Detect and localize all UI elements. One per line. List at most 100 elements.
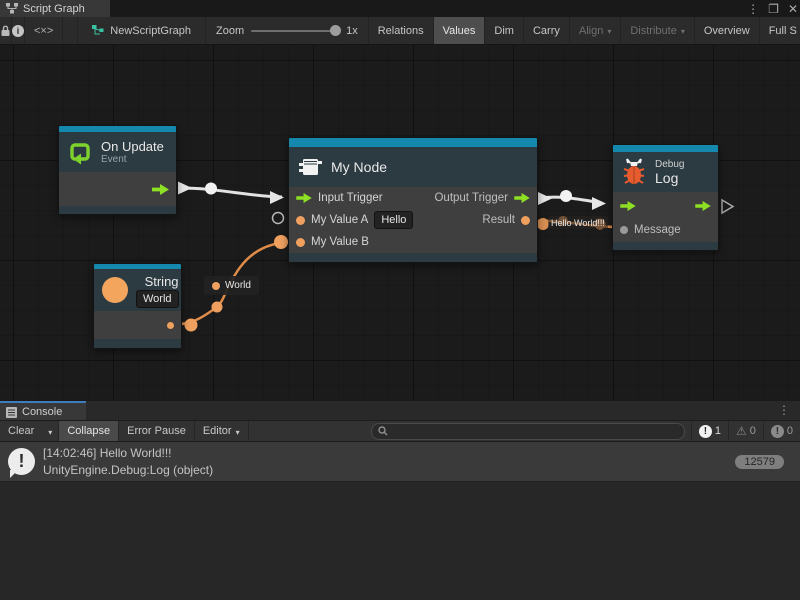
value-a-port[interactable] xyxy=(296,216,305,225)
log-bubble-icon: ! xyxy=(699,425,712,438)
values-button[interactable]: Values xyxy=(434,17,486,44)
warning-count-toggle[interactable]: ⚠ 0 xyxy=(729,421,764,441)
continuation-triangle-icon xyxy=(722,200,733,213)
code-icon: <×> xyxy=(34,25,53,37)
value-dot-icon xyxy=(212,282,220,290)
chevron-down-icon: ▾ xyxy=(236,428,240,437)
error-bubble-icon: ! xyxy=(771,425,784,438)
chevron-down-icon: ▾ xyxy=(48,428,52,437)
wire-value-dot xyxy=(185,319,198,332)
console-list-icon xyxy=(6,407,17,418)
string-output-port[interactable] xyxy=(167,322,174,329)
port-label: Output Trigger xyxy=(434,192,508,204)
log-entry-message: [14:02:46] Hello World!!! xyxy=(43,445,213,462)
result-port[interactable] xyxy=(521,216,530,225)
align-button[interactable]: Align▾ xyxy=(570,17,621,44)
maximize-icon[interactable]: ❐ xyxy=(768,2,779,16)
string-value-input[interactable]: World xyxy=(136,290,179,308)
error-count-toggle[interactable]: ! 0 xyxy=(764,421,800,441)
node-string-literal[interactable]: String World xyxy=(93,263,182,349)
collapse-button[interactable]: Collapse xyxy=(59,421,119,441)
log-message-icon: ! xyxy=(8,448,35,475)
console-counters: ! 1 ⚠ 0 ! 0 xyxy=(691,421,800,441)
wire-start-triangle xyxy=(538,192,552,205)
wire-start-triangle xyxy=(178,182,192,195)
edit-source-button[interactable]: <×> xyxy=(25,17,63,44)
value-b-port[interactable] xyxy=(296,238,305,247)
console-tab-label: Console xyxy=(22,406,62,418)
value-a-input[interactable]: Hello xyxy=(374,211,413,229)
clear-dropdown[interactable]: ▾ xyxy=(42,421,59,441)
trigger-output-port[interactable] xyxy=(152,184,169,195)
carry-button[interactable]: Carry xyxy=(524,17,570,44)
graph-name-breadcrumb[interactable]: NewScriptGraph xyxy=(77,17,206,44)
distribute-button[interactable]: Distribute▾ xyxy=(621,17,694,44)
console-search-field[interactable] xyxy=(392,425,678,437)
node-subtitle: Event xyxy=(101,154,164,166)
wire-arrowhead xyxy=(592,197,606,210)
console-log-entry[interactable]: ! [14:02:46] Hello World!!! UnityEngine.… xyxy=(0,442,800,482)
wire-flow-dot xyxy=(560,190,572,202)
node-kind: Debug xyxy=(655,159,684,171)
string-literal-icon xyxy=(102,277,128,303)
lock-button[interactable] xyxy=(0,17,12,44)
message-port[interactable] xyxy=(620,226,628,234)
editor-dropdown[interactable]: Editor▾ xyxy=(195,421,249,441)
tab-label: Script Graph xyxy=(23,3,85,15)
graph-canvas[interactable]: On Update Event xyxy=(0,45,800,400)
chevron-down-icon: ▾ xyxy=(681,27,685,36)
tab-console[interactable]: Console xyxy=(0,401,86,421)
dim-button[interactable]: Dim xyxy=(485,17,524,44)
graph-toolbar: i <×> NewScriptGraph Zoom 1x Relations V… xyxy=(0,17,800,45)
fullscreen-button[interactable]: Full S xyxy=(760,17,800,44)
overview-button[interactable]: Overview xyxy=(695,17,760,44)
info-icon: i xyxy=(12,25,24,37)
warning-icon: ⚠ xyxy=(736,425,747,437)
unity-window: Script Graph ⋮ ❐ ✕ i <×> NewScr xyxy=(0,0,800,600)
wire-onupdate-to-mynode[interactable] xyxy=(180,188,282,197)
input-trigger-port[interactable] xyxy=(296,193,312,203)
port-label: Input Trigger xyxy=(318,192,383,204)
wire-value-dot xyxy=(212,302,223,313)
log-count-toggle[interactable]: ! 1 xyxy=(692,421,729,441)
node-title: On Update xyxy=(101,139,164,154)
port-label: My Value B xyxy=(311,236,369,248)
clear-button[interactable]: Clear xyxy=(0,421,42,441)
output-trigger-port[interactable] xyxy=(514,193,530,203)
node-on-update[interactable]: On Update Event xyxy=(58,125,177,215)
zoom-value: 1x xyxy=(346,25,358,37)
wire-value-label-hello-world: Hello World!!! xyxy=(548,216,608,229)
zoom-slider-thumb[interactable] xyxy=(330,25,341,36)
node-my-node[interactable]: My Node Input Trigger Output Trigger xyxy=(288,137,538,263)
zoom-control: Zoom 1x xyxy=(206,17,369,44)
wire-arrowhead xyxy=(270,191,284,204)
close-icon[interactable]: ✕ xyxy=(788,2,798,16)
window-menu-icon[interactable]: ⋮ xyxy=(747,2,759,16)
tab-script-graph[interactable]: Script Graph xyxy=(0,0,110,17)
node-debug-log[interactable]: Debug Log Message xyxy=(612,144,719,251)
graph-icon xyxy=(6,3,18,14)
script-graph-icon xyxy=(92,25,104,36)
port-label: Result xyxy=(482,214,515,226)
info-button[interactable]: i xyxy=(12,17,25,44)
graph-name-label: NewScriptGraph xyxy=(110,25,191,37)
console-tabstrip: Console ⋮ xyxy=(0,400,800,421)
dangling-port-ring xyxy=(273,213,284,224)
log-entry-stacktrace: UnityEngine.Debug:Log (object) xyxy=(43,462,213,479)
port-label: Message xyxy=(634,224,681,236)
output-trigger-port[interactable] xyxy=(695,201,711,211)
relations-button[interactable]: Relations xyxy=(369,17,434,44)
loop-event-icon xyxy=(67,139,93,165)
wire-value-label-world: World xyxy=(204,276,259,295)
bug-icon xyxy=(621,157,647,187)
input-trigger-port[interactable] xyxy=(620,201,636,211)
error-pause-button[interactable]: Error Pause xyxy=(119,421,195,441)
node-title: Log xyxy=(655,171,684,186)
console-search-input[interactable] xyxy=(371,423,685,440)
zoom-slider[interactable] xyxy=(251,30,339,32)
node-accent-bar xyxy=(613,145,718,152)
console-log-list[interactable]: ! [14:02:46] Hello World!!! UnityEngine.… xyxy=(0,442,800,600)
console-menu-icon[interactable]: ⋮ xyxy=(778,403,790,417)
chevron-down-icon: ▾ xyxy=(607,27,611,36)
search-icon xyxy=(378,426,388,436)
